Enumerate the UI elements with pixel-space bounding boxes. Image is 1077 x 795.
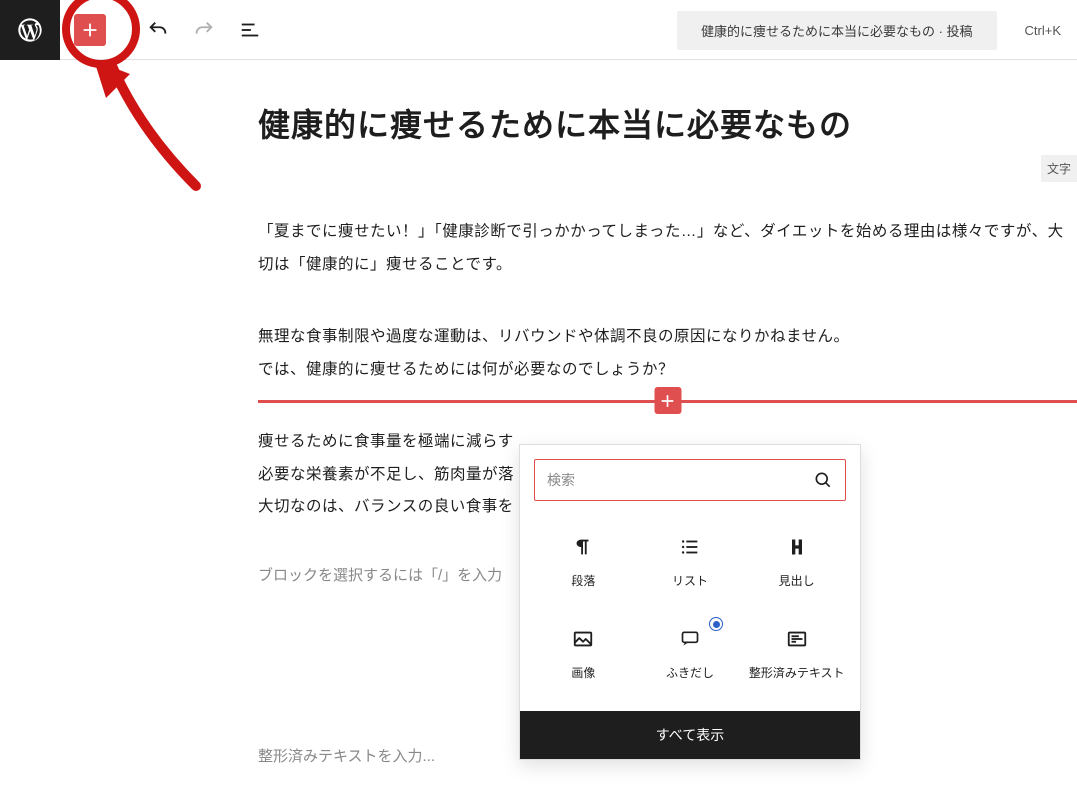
inline-add-block-button[interactable] [654,387,681,414]
redo-button[interactable] [192,18,216,42]
new-badge-icon [709,617,723,631]
block-search-field[interactable] [534,459,846,501]
paragraph-icon [571,535,595,559]
block-insert-indicator [258,400,1077,403]
redo-icon [193,19,215,41]
plus-icon [658,391,678,411]
paragraph-block-1[interactable]: 「夏までに痩せたい！」「健康診断で引っかかってしまった…」など、ダイエットを始め… [258,216,1077,281]
breadcrumb-area: 健康的に痩せるために本当に必要なもの · 投稿 Ctrl+K [677,0,1077,60]
add-block-button[interactable] [74,14,106,46]
block-balloon[interactable]: ふきだし [637,613,744,699]
keyboard-shortcut-label: Ctrl+K [1025,23,1061,38]
wordpress-logo[interactable] [0,0,60,60]
image-icon [571,627,595,651]
block-heading[interactable]: 見出し [743,521,850,607]
block-preformatted-label: 整形済みテキスト [749,665,845,682]
block-heading-label: 見出し [779,573,815,590]
document-overview-button[interactable] [238,18,262,42]
para2-line2: では、健康的に痩せるためには何が必要なのでしょうか？ [258,361,674,378]
search-input[interactable] [547,472,813,488]
block-list-label: リスト [672,573,708,590]
para3-line2: 必要な栄養素が不足し、筋肉量が落 [258,466,514,483]
wordpress-icon [16,16,44,44]
post-title[interactable]: 健康的に痩せるために本当に必要なもの [258,100,1077,146]
undo-icon [147,19,169,41]
block-grid: 段落 リスト 見出し 画像 ふきだし [520,515,860,711]
list-icon [678,535,702,559]
search-icon [813,470,833,490]
list-view-icon [239,19,261,41]
side-badge[interactable]: 文字 [1041,155,1077,182]
preformatted-icon [785,627,809,651]
block-preformatted[interactable]: 整形済みテキスト [743,613,850,699]
block-image-label: 画像 [571,665,595,682]
speech-bubble-icon [678,627,702,651]
document-title-pill[interactable]: 健康的に痩せるために本当に必要なもの · 投稿 [677,11,997,50]
show-all-button[interactable]: すべて表示 [520,711,860,759]
undo-button[interactable] [146,18,170,42]
para3-line1: 痩せるために食事量を極端に減らす [258,433,514,450]
block-inserter-popover: 段落 リスト 見出し 画像 ふきだし [519,444,861,760]
toolbar-icon-group [146,18,262,42]
para3-line3: 大切なのは、バランスの良い食事を [258,498,514,515]
block-paragraph[interactable]: 段落 [530,521,637,607]
paragraph-block-2[interactable]: 無理な食事制限や過度な運動は、リバウンドや体調不良の原因になりかねません。 では… [258,321,1077,386]
para2-line1: 無理な食事制限や過度な運動は、リバウンドや体調不良の原因になりかねません。 [258,328,850,345]
block-list[interactable]: リスト [637,521,744,607]
block-paragraph-label: 段落 [571,573,595,590]
heading-icon [785,535,809,559]
search-wrap [520,445,860,515]
editor-topbar: 健康的に痩せるために本当に必要なもの · 投稿 Ctrl+K [0,0,1077,60]
block-balloon-label: ふきだし [666,665,714,682]
block-image[interactable]: 画像 [530,613,637,699]
plus-icon [79,19,101,41]
